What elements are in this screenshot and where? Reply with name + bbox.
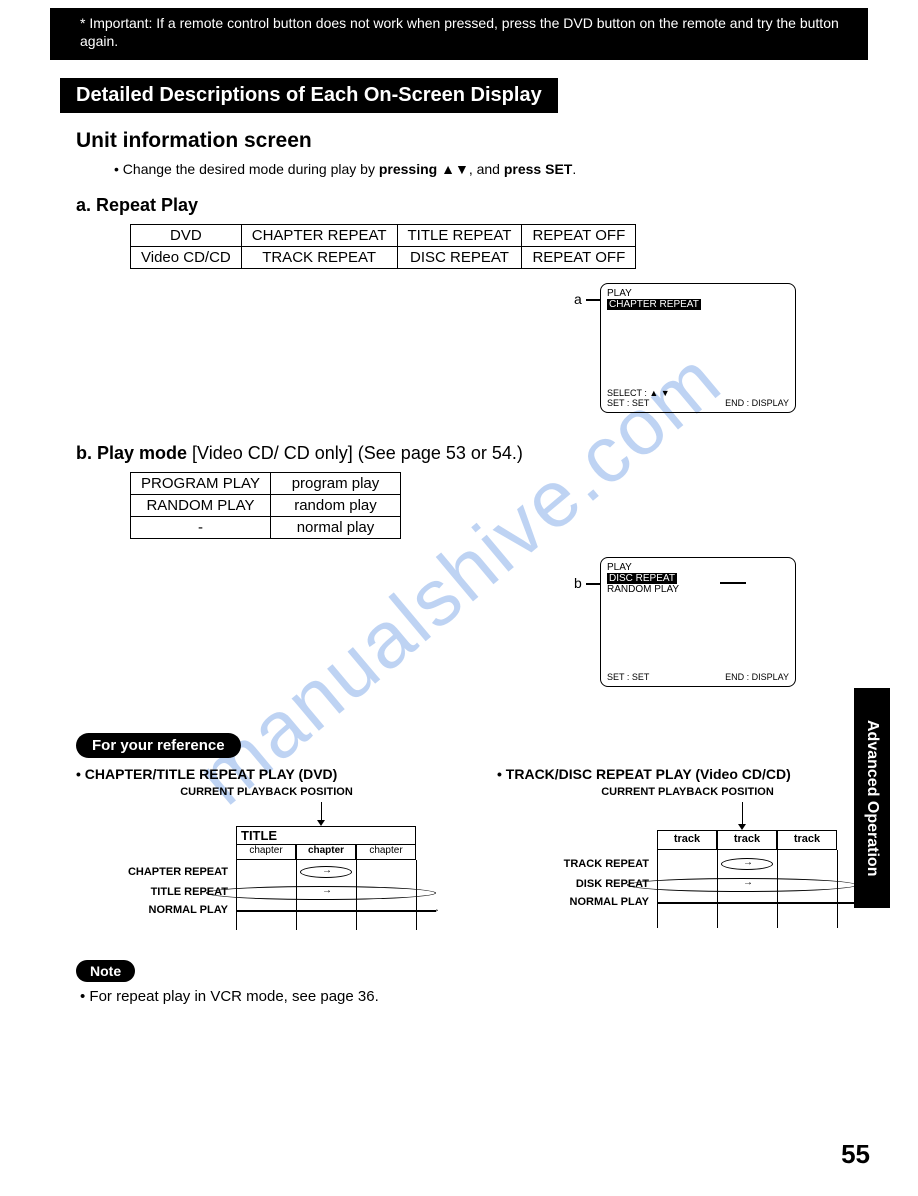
ref-right-sub: CURRENT PLAYBACK POSITION bbox=[497, 786, 878, 798]
osd-set: SET : SET bbox=[607, 398, 649, 408]
bullet-bold2: press SET bbox=[504, 161, 572, 177]
cell: - bbox=[131, 517, 271, 539]
arrow-icon: → bbox=[322, 885, 332, 896]
ref-left-sub: CURRENT PLAYBACK POSITION bbox=[76, 786, 457, 798]
bullet-pre: Change the desired mode during play by bbox=[123, 161, 379, 177]
osd-a-wrap: a PLAY CHAPTER REPEAT SELECT : ▲ ▼ SET :… bbox=[40, 283, 878, 433]
cell: random play bbox=[271, 495, 401, 517]
cell: CHAPTER REPEAT bbox=[241, 225, 397, 247]
arrow-icon: → bbox=[430, 904, 440, 915]
pointer-line bbox=[321, 802, 322, 822]
osd-select: SELECT : ▲ ▼ bbox=[607, 388, 789, 398]
cell: DISC REPEAT bbox=[397, 247, 522, 269]
ref-left: • CHAPTER/TITLE REPEAT PLAY (DVD) CURREN… bbox=[76, 766, 457, 942]
cell: REPEAT OFF bbox=[522, 225, 636, 247]
note-text: For repeat play in VCR mode, see page 36… bbox=[80, 988, 878, 1005]
cell: program play bbox=[271, 473, 401, 495]
unit-info-bullet: Change the desired mode during play by p… bbox=[114, 161, 878, 177]
osd-line2: RANDOM PLAY bbox=[607, 584, 789, 595]
cell: chapter bbox=[356, 844, 416, 860]
osd-a-label: a bbox=[574, 291, 582, 307]
reference-pill: For your reference bbox=[76, 733, 241, 758]
ref-left-diagram: TITLE chapter chapter chapter → → → CHAP… bbox=[76, 802, 457, 942]
section-title: Detailed Descriptions of Each On-Screen … bbox=[60, 78, 558, 113]
cell: Video CD/CD bbox=[131, 247, 242, 269]
cell: TITLE REPEAT bbox=[397, 225, 522, 247]
cell: chapter bbox=[236, 844, 296, 860]
cell: PROGRAM PLAY bbox=[131, 473, 271, 495]
line-normal bbox=[236, 910, 436, 911]
row-label: DISK REPEAT bbox=[497, 878, 649, 890]
cell: track bbox=[717, 830, 777, 850]
arrow-icon: → bbox=[743, 857, 753, 868]
osd-highlight: DISC REPEAT bbox=[607, 573, 677, 584]
ellipse-disc bbox=[627, 878, 857, 892]
arrow-icon: → bbox=[743, 877, 753, 888]
ref-left-heading: • CHAPTER/TITLE REPEAT PLAY (DVD) bbox=[76, 766, 457, 782]
cell: track bbox=[777, 830, 837, 850]
b-title-bold: b. Play mode bbox=[76, 443, 192, 463]
cell: RANDOM PLAY bbox=[131, 495, 271, 517]
bullet-bold1: pressing bbox=[379, 161, 441, 177]
osd-play: PLAY bbox=[607, 562, 789, 573]
ref-right: • TRACK/DISC REPEAT PLAY (Video CD/CD) C… bbox=[497, 766, 878, 942]
row-label: TRACK REPEAT bbox=[497, 858, 649, 870]
osd-b: PLAY DISC REPEAT RANDOM PLAY SET : SET E… bbox=[600, 557, 796, 687]
pointer-line bbox=[742, 802, 743, 826]
a-title: a. Repeat Play bbox=[76, 195, 878, 216]
arrow-icon: → bbox=[322, 865, 332, 876]
osd-b-wrap: b PLAY DISC REPEAT RANDOM PLAY SET : SET… bbox=[40, 553, 878, 713]
page-number: 55 bbox=[841, 1139, 870, 1170]
osd-play: PLAY bbox=[607, 288, 789, 299]
vline bbox=[837, 850, 838, 928]
osd-highlight: CHAPTER REPEAT bbox=[607, 299, 701, 310]
note-pill: Note bbox=[76, 960, 135, 982]
reference-row: • CHAPTER/TITLE REPEAT PLAY (DVD) CURREN… bbox=[76, 766, 878, 942]
row-label: NORMAL PLAY bbox=[497, 896, 649, 908]
important-label: * Important: bbox=[80, 15, 152, 31]
table-row: RANDOM PLAYrandom play bbox=[131, 495, 401, 517]
important-box: * Important: If a remote control button … bbox=[50, 8, 868, 60]
row-label: CHAPTER REPEAT bbox=[76, 866, 228, 878]
osd-b-label: b bbox=[574, 575, 582, 591]
important-text: If a remote control button does not work… bbox=[80, 15, 839, 49]
ellipse-title bbox=[206, 886, 436, 900]
cell: REPEAT OFF bbox=[522, 247, 636, 269]
arrows-icon: ▲▼ bbox=[441, 161, 469, 177]
b-title-light: [Video CD/ CD only] (See page 53 or 54.) bbox=[192, 443, 523, 463]
osd-a: PLAY CHAPTER REPEAT SELECT : ▲ ▼ SET : S… bbox=[600, 283, 796, 413]
b-title: b. Play mode [Video CD/ CD only] (See pa… bbox=[76, 443, 878, 464]
osd-a-connector bbox=[586, 299, 600, 301]
row-label: NORMAL PLAY bbox=[76, 904, 228, 916]
table-row: DVD CHAPTER REPEAT TITLE REPEAT REPEAT O… bbox=[131, 225, 636, 247]
osd-end: END : DISPLAY bbox=[725, 672, 789, 682]
osd-end: END : DISPLAY bbox=[725, 398, 789, 408]
b-table: PROGRAM PLAYprogram play RANDOM PLAYrand… bbox=[130, 472, 401, 539]
line-normal bbox=[657, 902, 857, 903]
ref-right-heading: • TRACK/DISC REPEAT PLAY (Video CD/CD) bbox=[497, 766, 878, 782]
table-row: -normal play bbox=[131, 517, 401, 539]
bullet-mid: , and bbox=[469, 161, 504, 177]
cell: track bbox=[657, 830, 717, 850]
cell: TRACK REPEAT bbox=[241, 247, 397, 269]
cell: normal play bbox=[271, 517, 401, 539]
ref-right-diagram: track track track → → → TRACK REPEAT DIS… bbox=[497, 802, 878, 942]
osd-b-connector bbox=[586, 583, 600, 585]
bullet-end: . bbox=[572, 161, 576, 177]
row-label: TITLE REPEAT bbox=[76, 886, 228, 898]
table-row: Video CD/CD TRACK REPEAT DISC REPEAT REP… bbox=[131, 247, 636, 269]
a-table: DVD CHAPTER REPEAT TITLE REPEAT REPEAT O… bbox=[130, 224, 636, 269]
cell: DVD bbox=[131, 225, 242, 247]
osd-set: SET : SET bbox=[607, 672, 649, 682]
table-row: PROGRAM PLAYprogram play bbox=[131, 473, 401, 495]
cell: chapter bbox=[296, 844, 356, 860]
arrow-icon: → bbox=[851, 896, 861, 907]
title-text: TITLE bbox=[237, 827, 415, 844]
unit-info-title: Unit information screen bbox=[76, 129, 878, 153]
